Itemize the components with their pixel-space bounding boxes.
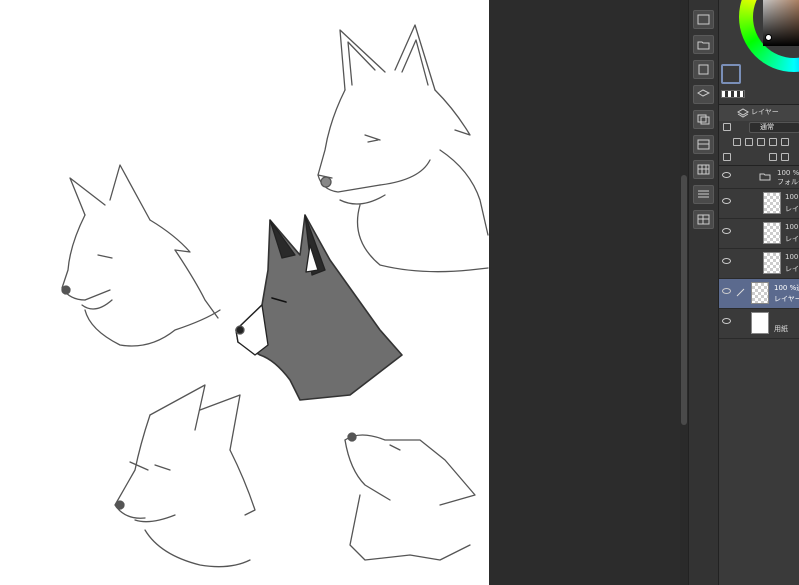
layer-row[interactable]: 100 レイ [719,249,799,279]
scrollbar-thumb[interactable] [681,175,687,425]
layer-row-paper[interactable]: 用紙 [719,309,799,339]
lock-transparent-icon[interactable] [781,138,789,146]
layer-row[interactable]: 100 レイ [719,219,799,249]
layer-thumbnail [763,192,781,214]
tab-layer[interactable]: レイヤー [751,107,779,117]
layer-panel: レイヤー 通常 100 %通 フォルダ 100 レイ [718,0,799,585]
wolf-sketch-top-right [317,24,489,273]
drawing-canvas[interactable] [0,0,489,585]
blend-mode-row: 通常 [719,121,799,135]
visibility-eye-icon[interactable] [722,228,731,234]
blend-mode-select[interactable]: 通常 [749,122,799,133]
layer-icon[interactable] [693,85,714,104]
workspace-background [489,0,680,585]
wolf-sketch-bottom-left [114,384,256,568]
layer-color-icon[interactable] [723,153,731,161]
paper-thumbnail [751,312,769,334]
layer-name: レイ [785,205,799,213]
layer-lock-row [719,136,799,150]
visibility-eye-icon[interactable] [722,198,731,204]
layer-thumbnail [763,252,781,274]
pen-icon [736,288,745,297]
layer-opacity: 100 %通 [774,284,799,292]
blend-mode-icon [723,123,731,131]
palette-icon[interactable] [693,135,714,154]
visibility-eye-icon[interactable] [722,258,731,264]
grid-small-icon[interactable] [693,210,714,229]
layer-thumbnail [763,222,781,244]
wolf-sketch-left [61,164,221,347]
folder-icon[interactable] [693,35,714,54]
ruler-icon[interactable] [781,153,789,161]
layer-command-strip [688,0,719,585]
layer-row-selected[interactable]: 100 %通 レイヤー [719,279,799,309]
list-icon[interactable] [693,185,714,204]
folder-icon [759,173,771,181]
color-picker-handle[interactable] [765,34,772,41]
layer-name: フォルダ [777,178,799,186]
main-color-swatch[interactable] [721,64,741,84]
layer-opacity: 100 [785,253,799,261]
wolf-sketch-bottom-right [344,432,476,561]
copy-icon[interactable] [693,110,714,129]
layer-property-icon[interactable] [693,10,714,29]
layer-tab-bar: レイヤー [719,104,799,122]
layer-opacity: 100 [785,193,799,201]
layer-opacity: 100 [785,223,799,231]
draft-icon[interactable] [757,138,765,146]
layer-name: レイ [785,265,799,273]
lock-icon[interactable] [769,138,777,146]
grid-icon[interactable] [693,160,714,179]
layer-row[interactable]: 100 レイ [719,189,799,219]
layer-list: 100 %通 フォルダ 100 レイ 100 レイ 100 レイ 100 %通 … [719,166,799,339]
sketch-artwork [61,24,489,568]
mask-icon[interactable] [769,153,777,161]
clip-icon[interactable] [733,138,741,146]
visibility-eye-icon[interactable] [722,288,731,294]
wolf-sketch-center-shaded [235,214,403,401]
visibility-eye-icon[interactable] [722,318,731,324]
layers-tab-icon[interactable] [737,108,749,118]
layer-color-row [719,151,799,166]
layer-row-folder[interactable]: 100 %通 フォルダ [719,166,799,189]
visibility-eye-icon[interactable] [722,172,731,178]
layer-name: レイ [785,235,799,243]
layer-name: 用紙 [774,325,788,333]
layer-name: レイヤー [774,295,799,303]
layer-thumbnail [751,282,769,304]
reference-icon[interactable] [745,138,753,146]
clipboard-icon[interactable] [693,60,714,79]
transparent-color-swatch[interactable] [721,90,745,98]
